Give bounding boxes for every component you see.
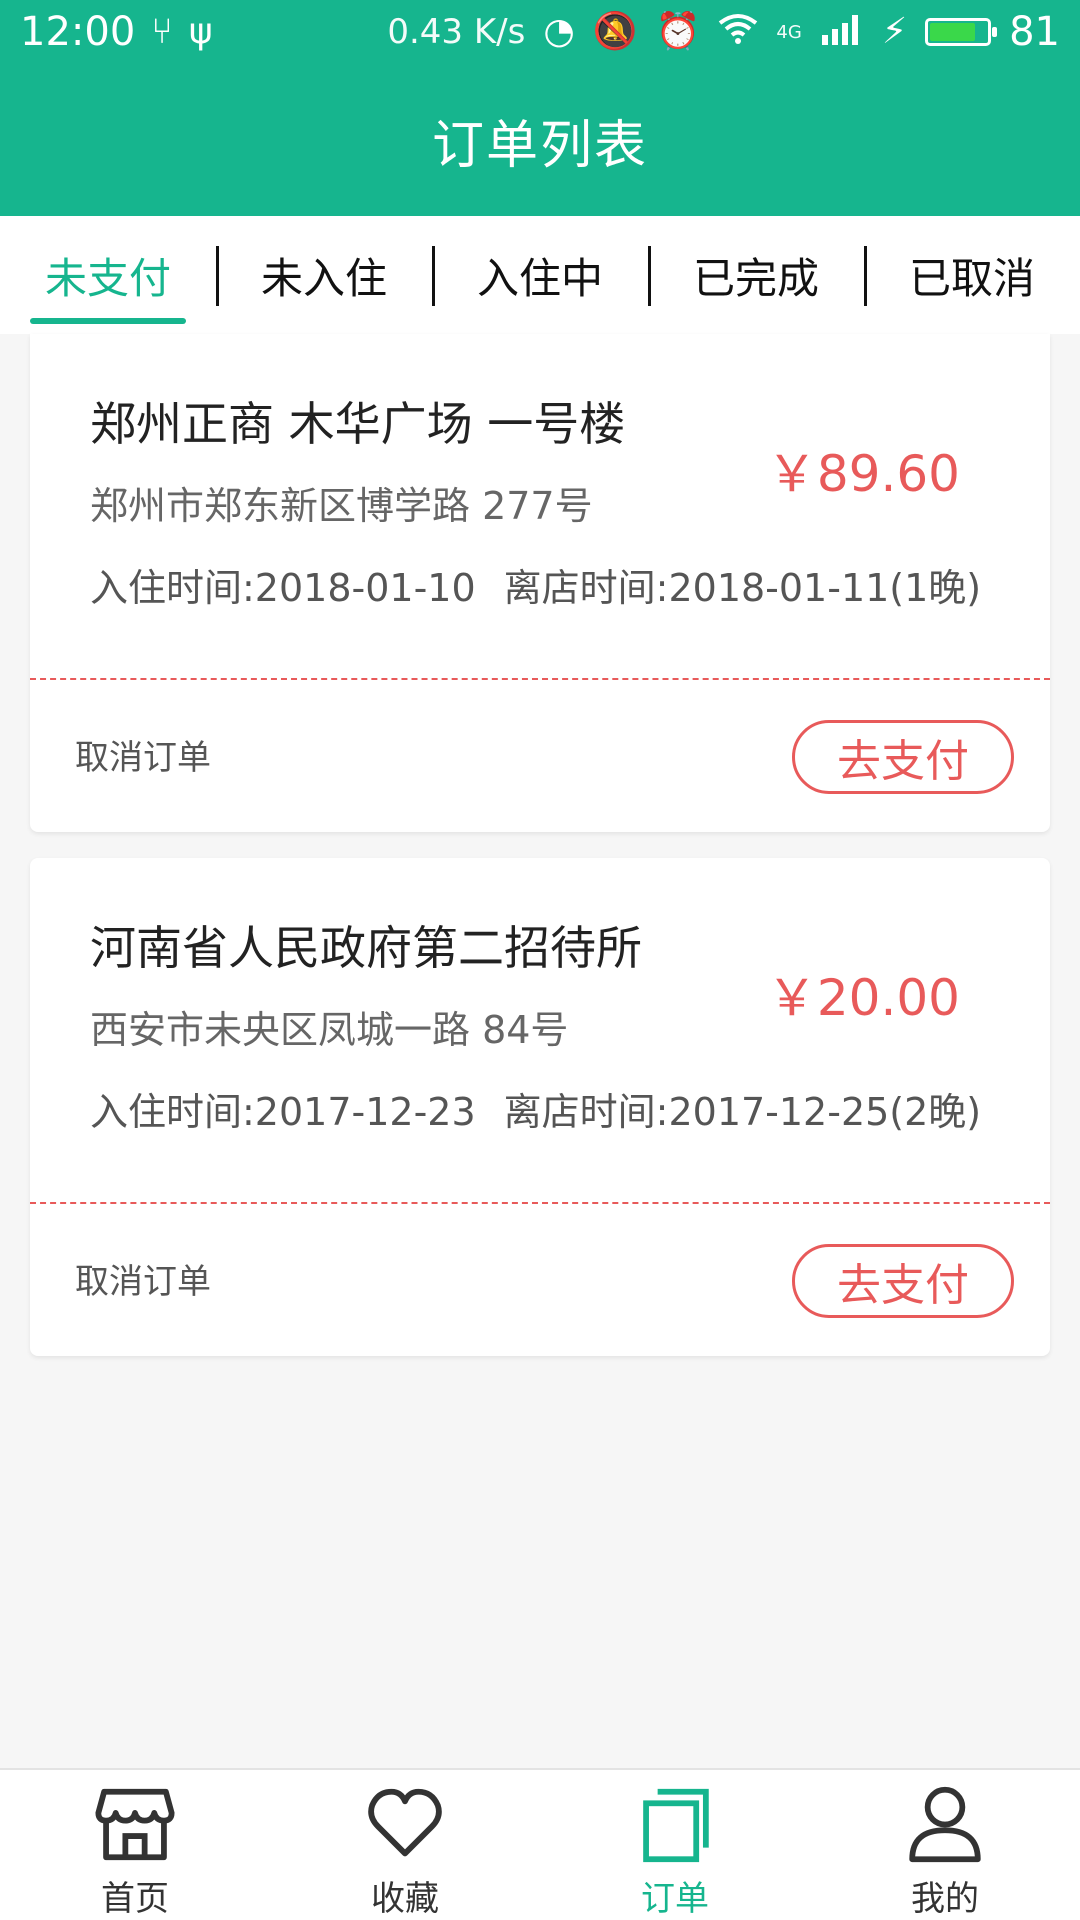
tab-label: 已取消 [908,253,1035,303]
alarm-icon: ⏰ [655,11,701,52]
nav-label: 订单 [641,1879,709,1919]
signal-icon [820,13,864,52]
tab-label: 未入住 [260,253,387,303]
order-info: 郑州正商 木华广场 一号楼 郑州市郑东新区博学路 277号 入住时间:2018-… [30,334,1050,678]
nav-label: 首页 [101,1879,169,1919]
stay-times: 入住时间:2017-12-23 离店时间:2017-12-25(2晚) [90,1088,1050,1136]
bottom-nav: 首页 收藏 订单 我的 [0,1768,1080,1920]
checkout-time: 离店时间:2017-12-25(2晚) [503,1090,982,1134]
order-card[interactable]: 河南省人民政府第二招待所 西安市未央区凤城一路 84号 入住时间:2017-12… [30,858,1050,1356]
share-icon: ⑂ [151,11,173,52]
order-price: ￥89.60 [766,445,960,503]
order-list: 郑州正商 木华广场 一号楼 郑州市郑东新区博学路 277号 入住时间:2018-… [30,334,1050,1382]
battery-level: 81 [1009,9,1060,55]
order-price: ￥20.00 [766,969,960,1027]
tab-label: 入住中 [476,253,603,303]
nav-label: 我的 [911,1879,979,1919]
user-icon [909,1786,981,1863]
store-icon [95,1788,175,1861]
status-time: 12:00 [20,9,136,55]
usb-icon: ψ [188,11,213,52]
tab-not-checked-in[interactable]: 未入住 [216,216,432,334]
app-bar: 订单列表 [0,64,1080,216]
order-actions: 取消订单 去支付 [30,680,1050,832]
charging-icon: ⚡ [881,11,908,52]
mute-icon: 🔕 [592,11,638,52]
network-type: 4G [776,21,802,43]
cancel-order-link[interactable]: 取消订单 [75,730,211,779]
tab-checked-in[interactable]: 入住中 [432,216,648,334]
wifi-icon [718,13,758,52]
status-bar: 12:00 ⑂ ψ 0.43 K/s ◔ 🔕 ⏰ 4G ⚡ 81 [0,0,1080,64]
nav-favorites[interactable]: 收藏 [270,1770,540,1920]
tab-label: 已完成 [692,253,819,303]
battery-icon [925,18,998,46]
pay-button[interactable]: 去支付 [792,1244,1014,1318]
nav-profile[interactable]: 我的 [810,1770,1080,1920]
nav-label: 收藏 [371,1879,439,1919]
checkout-time: 离店时间:2018-01-11(1晚) [503,566,982,610]
nav-home[interactable]: 首页 [0,1770,270,1920]
order-card[interactable]: 郑州正商 木华广场 一号楼 郑州市郑东新区博学路 277号 入住时间:2018-… [30,334,1050,832]
network-speed: 0.43 K/s [387,12,526,52]
tab-label: 未支付 [44,253,171,303]
orders-icon [643,1788,709,1863]
data-saver-icon: ◔ [543,11,575,52]
cancel-order-link[interactable]: 取消订单 [75,1254,211,1303]
page-title: 订单列表 [431,115,648,176]
tab-cancelled[interactable]: 已取消 [864,216,1080,334]
stay-times: 入住时间:2018-01-10 离店时间:2018-01-11(1晚) [90,564,1050,612]
heart-icon [368,1788,442,1857]
tab-active-indicator [30,318,186,324]
checkin-time: 入住时间:2018-01-10 [90,566,476,610]
nav-orders[interactable]: 订单 [540,1770,810,1920]
tab-completed[interactable]: 已完成 [648,216,864,334]
tab-unpaid[interactable]: 未支付 [0,216,216,334]
pay-button[interactable]: 去支付 [792,720,1014,794]
order-info: 河南省人民政府第二招待所 西安市未央区凤城一路 84号 入住时间:2017-12… [30,858,1050,1202]
order-status-tabs: 未支付 未入住 入住中 已完成 已取消 [0,216,1080,334]
battery-fill [930,23,975,41]
checkin-time: 入住时间:2017-12-23 [90,1090,476,1134]
order-actions: 取消订单 去支付 [30,1204,1050,1356]
